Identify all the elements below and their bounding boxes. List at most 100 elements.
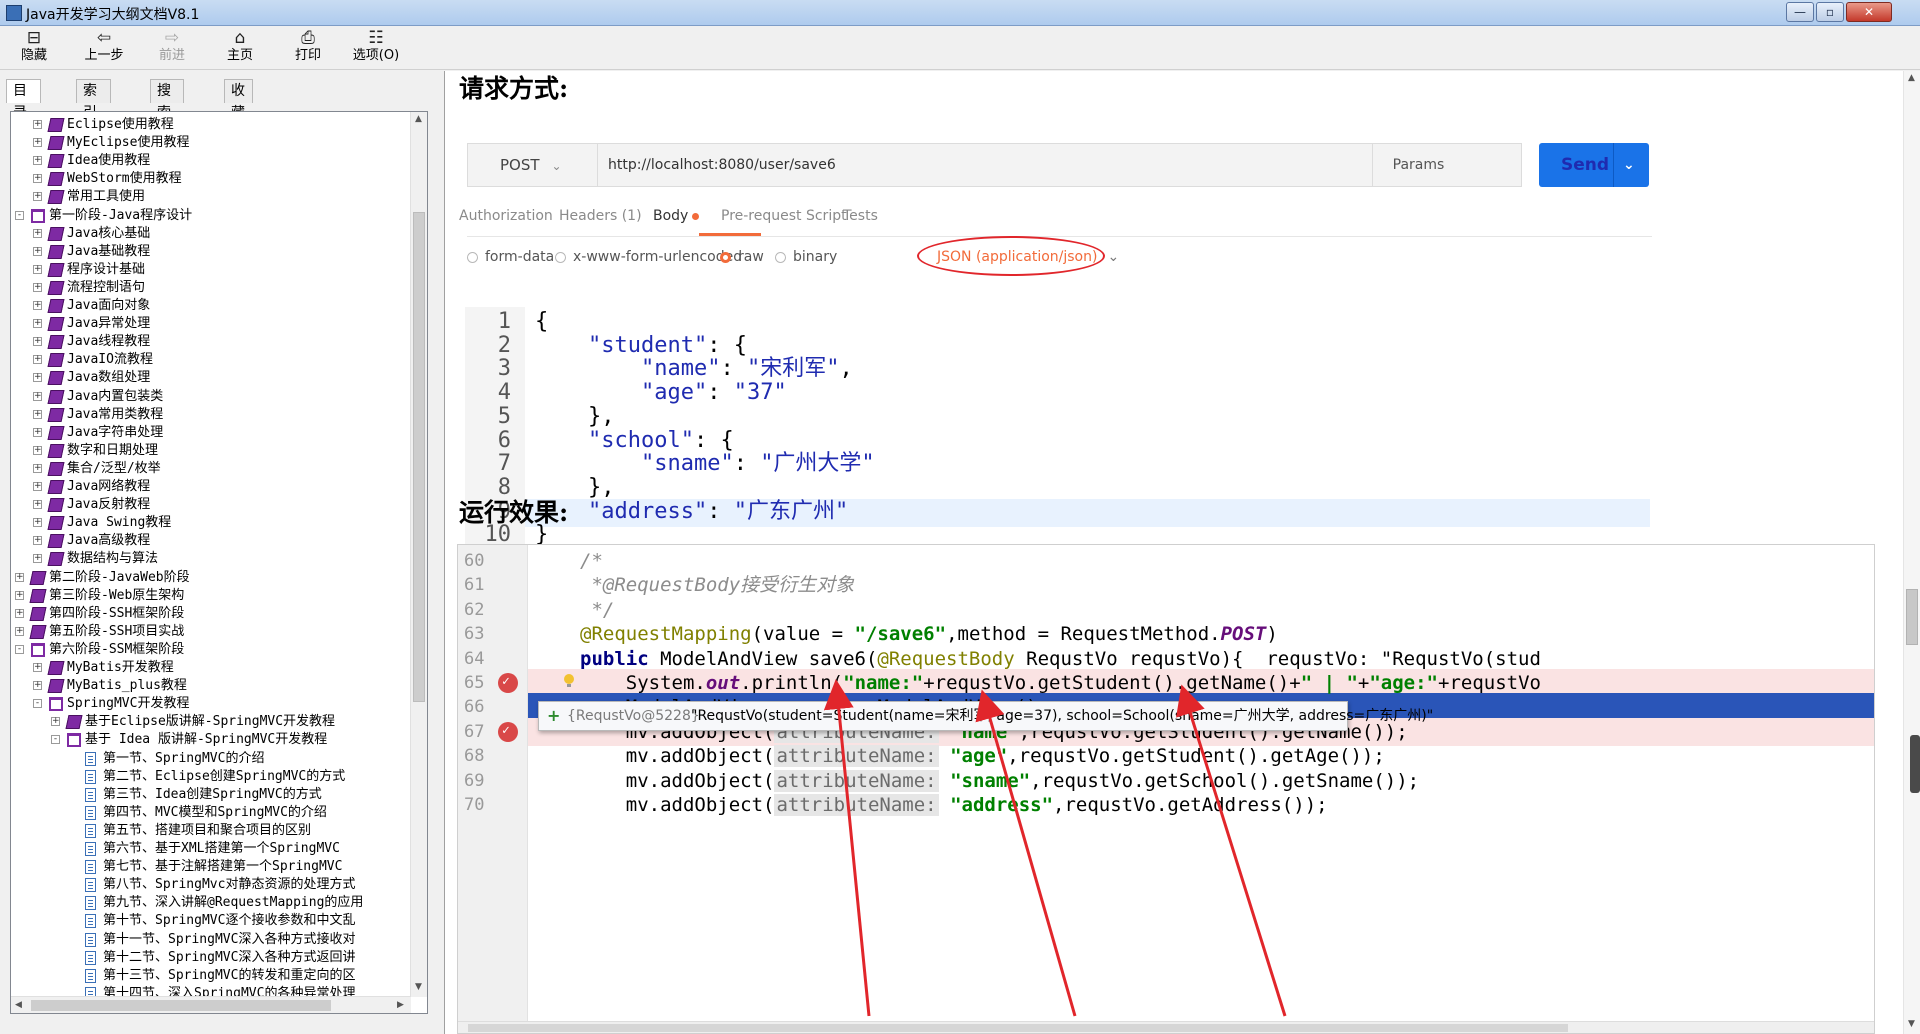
minimize-button[interactable]: —: [1786, 2, 1814, 22]
tree-item[interactable]: + WebStorm使用教程: [11, 170, 411, 188]
content-vertical-scrollbar[interactable]: ▲ ▼: [1903, 71, 1920, 1034]
expand-icon[interactable]: +: [33, 463, 42, 473]
tree-item[interactable]: + Java字符串处理: [11, 424, 411, 442]
tab-search[interactable]: 搜索(S): [150, 79, 184, 143]
expand-icon[interactable]: +: [33, 319, 42, 329]
expand-icon[interactable]: +: [33, 264, 42, 274]
tab-headers[interactable]: Headers (1): [559, 208, 642, 224]
expand-icon[interactable]: +: [33, 681, 42, 691]
breakpoint-icon[interactable]: [498, 717, 518, 745]
tree-item[interactable]: + 常用工具使用: [11, 188, 411, 206]
tree-item[interactable]: 第十三节、SpringMVC的转发和重定向的区: [11, 967, 411, 985]
expand-icon[interactable]: +: [15, 590, 24, 600]
tree-item[interactable]: + Java异常处理: [11, 315, 411, 333]
scroll-down-icon[interactable]: ▼: [1908, 1019, 1915, 1029]
collapse-icon[interactable]: -: [15, 644, 24, 654]
toolbar-button-2[interactable]: ⇨ 前进: [142, 28, 202, 68]
tree-item[interactable]: 第七节、基于注解搭建第一个SpringMVC: [11, 858, 411, 876]
scroll-up-icon[interactable]: ▲: [1908, 73, 1915, 83]
tree-item[interactable]: 第六节、基于XML搭建第一个SpringMVC: [11, 840, 411, 858]
tree-item[interactable]: + Idea使用教程: [11, 152, 411, 170]
collapse-icon[interactable]: -: [15, 210, 24, 220]
tree-item[interactable]: 第十一节、SpringMVC深入各种方式接收对: [11, 931, 411, 949]
tree-hscroll-thumb[interactable]: [31, 1000, 331, 1011]
tree-item[interactable]: + Java Swing教程: [11, 514, 411, 532]
expand-icon[interactable]: +: [33, 409, 42, 419]
expand-icon[interactable]: +: [15, 608, 24, 618]
tab-pre-request-script[interactable]: Pre-request Script: [721, 208, 847, 224]
tree-item[interactable]: + MyBatis_plus教程: [11, 677, 411, 695]
side-grip[interactable]: [1910, 735, 1920, 793]
tab-tests[interactable]: Tests: [843, 208, 878, 224]
tab-contents[interactable]: 目录(C): [6, 79, 41, 143]
scroll-down-icon[interactable]: ▼: [415, 982, 422, 992]
tree-item[interactable]: + 第五阶段-SSH项目实战: [11, 623, 411, 641]
tab-body[interactable]: Body: [653, 208, 700, 224]
expand-icon[interactable]: +: [33, 445, 42, 455]
tree-item[interactable]: + Java面向对象: [11, 297, 411, 315]
expand-icon[interactable]: +: [33, 301, 42, 310]
tree-item[interactable]: + Java核心基础: [11, 225, 411, 243]
tree-scroll-thumb[interactable]: [413, 212, 425, 702]
tree-item[interactable]: + Java常用类教程: [11, 406, 411, 424]
tree-item[interactable]: 第四节、MVC模型和SpringMVC的介绍: [11, 804, 411, 822]
tree-item[interactable]: + MyEclipse使用教程: [11, 134, 411, 152]
expand-plus-icon[interactable]: +: [547, 702, 560, 730]
tree-item[interactable]: + 集合/泛型/枚举: [11, 460, 411, 478]
tree-item[interactable]: + Java内置包装类: [11, 388, 411, 406]
tree-horizontal-scrollbar[interactable]: ◀ ▶: [11, 996, 411, 1013]
expand-icon[interactable]: +: [33, 156, 42, 166]
expand-icon[interactable]: +: [33, 518, 42, 528]
tree-item[interactable]: 第二节、Eclipse创建SpringMVC的方式: [11, 768, 411, 786]
expand-icon[interactable]: +: [33, 138, 42, 148]
json-body-editor[interactable]: 1{2 "student": {3 "name": "宋利军", 4 "age":…: [465, 307, 1650, 547]
contents-tree[interactable]: 第十四节、深入SpringMVC的各种异常处理 第十三节、SpringMVC的转发…: [10, 111, 428, 1014]
tree-item[interactable]: + 第三阶段-Web原生架构: [11, 587, 411, 605]
send-dropdown-icon[interactable]: ⌄: [1623, 143, 1635, 187]
tree-item[interactable]: 第十节、SpringMVC逐个接收参数和中文乱: [11, 912, 411, 930]
expand-icon[interactable]: +: [33, 391, 42, 401]
expand-icon[interactable]: +: [33, 482, 42, 491]
tree-item[interactable]: + 第二阶段-JavaWeb阶段: [11, 569, 411, 587]
params-button[interactable]: Params: [1372, 144, 1464, 186]
tree-item[interactable]: + Java基础教程: [11, 243, 411, 261]
tree-item[interactable]: 第一节、SpringMVC的介绍: [11, 750, 411, 768]
collapse-icon[interactable]: -: [33, 699, 42, 709]
expand-icon[interactable]: +: [33, 373, 42, 383]
expand-icon[interactable]: +: [33, 536, 42, 546]
ide-horizontal-scrollbar[interactable]: [458, 1021, 1874, 1033]
tree-item[interactable]: - 第六阶段-SSM框架阶段: [11, 641, 411, 659]
expand-icon[interactable]: +: [33, 174, 42, 184]
tree-item[interactable]: + 基于Eclipse版讲解-SpringMVC开发教程: [11, 713, 411, 731]
lightbulb-icon[interactable]: [562, 673, 576, 689]
tree-item[interactable]: 第九节、深入讲解@RequestMapping的应用: [11, 894, 411, 912]
expand-icon[interactable]: +: [33, 192, 42, 202]
scroll-right-icon[interactable]: ▶: [397, 1000, 404, 1010]
toolbar-button-5[interactable]: ☷ 选项(O): [346, 28, 406, 68]
expand-icon[interactable]: +: [51, 717, 60, 727]
collapse-icon[interactable]: -: [51, 735, 60, 745]
tree-item[interactable]: - 第一阶段-Java程序设计: [11, 207, 411, 225]
debug-value-tooltip[interactable]: + {RequstVo@5228} "RequstVo(student=Stud…: [538, 701, 1433, 732]
ide-scroll-thumb[interactable]: [468, 1024, 1568, 1032]
tree-item[interactable]: + Java网络教程: [11, 478, 411, 496]
content-scroll-thumb[interactable]: [1906, 589, 1918, 645]
tree-item[interactable]: + Java高级教程: [11, 532, 411, 550]
tree-item[interactable]: 第五节、搭建项目和聚合项目的区别: [11, 822, 411, 840]
toolbar-button-4[interactable]: ⎙ 打印: [278, 28, 338, 68]
title-bar[interactable]: Java开发学习大纲文档V8.1 — ▫ ✕: [0, 0, 1920, 26]
expand-icon[interactable]: +: [15, 572, 24, 582]
tree-item[interactable]: + 程序设计基础: [11, 261, 411, 279]
scroll-left-icon[interactable]: ◀: [15, 1000, 22, 1010]
tree-item[interactable]: + Eclipse使用教程: [11, 116, 411, 134]
expand-icon[interactable]: +: [33, 120, 42, 129]
tree-item[interactable]: + 第四阶段-SSH框架阶段: [11, 605, 411, 623]
close-button[interactable]: ✕: [1846, 2, 1892, 22]
tree-item[interactable]: + 数据结构与算法: [11, 550, 411, 568]
tree-item[interactable]: + Java线程教程: [11, 333, 411, 351]
url-input[interactable]: http://localhost:8080/user/save6: [608, 144, 1348, 186]
method-select[interactable]: POST ⌄: [468, 144, 598, 186]
expand-icon[interactable]: +: [33, 355, 42, 365]
send-button[interactable]: Send ⌄: [1539, 143, 1649, 187]
breakpoint-icon[interactable]: [498, 668, 518, 696]
